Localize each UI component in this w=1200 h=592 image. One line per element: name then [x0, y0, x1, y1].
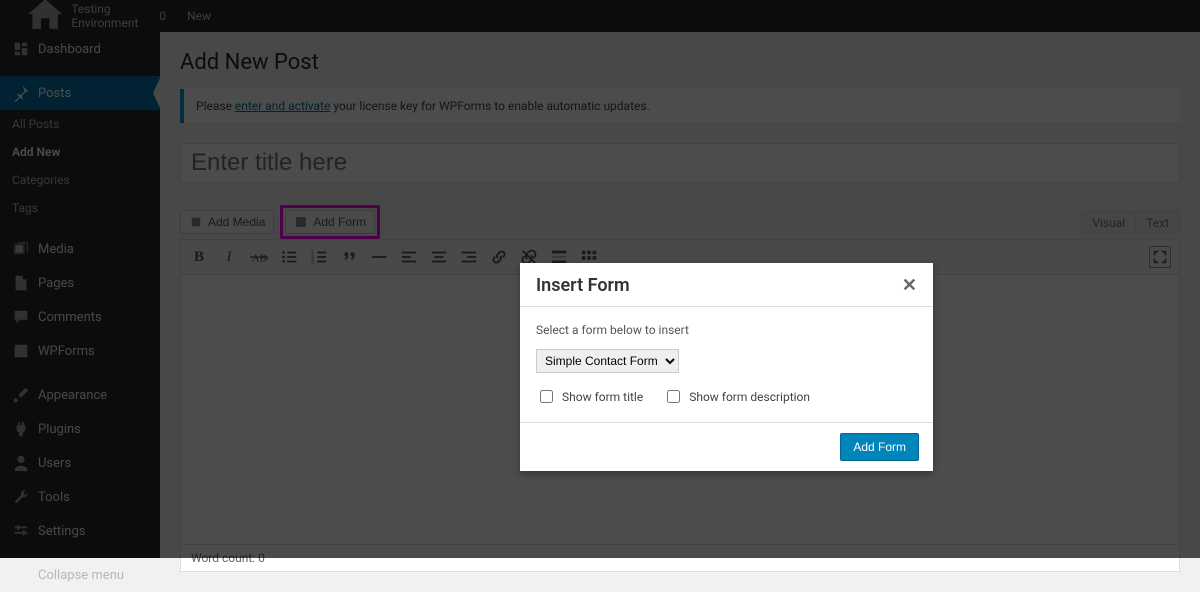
- show-description-checkbox[interactable]: [667, 390, 680, 403]
- collapse-icon: [12, 566, 30, 584]
- show-title-checkbox[interactable]: [540, 390, 553, 403]
- modal-body: Select a form below to insert Simple Con…: [520, 307, 933, 422]
- show-title-option[interactable]: Show form title: [536, 387, 643, 406]
- modal-options: Show form title Show form description: [536, 387, 917, 406]
- modal-title: Insert Form: [536, 275, 630, 296]
- insert-form-modal: Insert Form ✕ Select a form below to ins…: [520, 263, 933, 471]
- collapse-menu[interactable]: Collapse menu: [0, 558, 160, 592]
- show-description-option[interactable]: Show form description: [663, 387, 810, 406]
- modal-footer: Add Form: [520, 422, 933, 471]
- show-title-label: Show form title: [562, 390, 643, 404]
- menu-label: Collapse menu: [38, 568, 124, 583]
- form-select[interactable]: Simple Contact Form: [536, 349, 679, 373]
- modal-close-button[interactable]: ✕: [902, 275, 917, 296]
- show-description-label: Show form description: [689, 390, 810, 404]
- modal-submit-button[interactable]: Add Form: [840, 433, 919, 461]
- modal-header: Insert Form ✕: [520, 263, 933, 307]
- modal-instruction: Select a form below to insert: [536, 323, 917, 337]
